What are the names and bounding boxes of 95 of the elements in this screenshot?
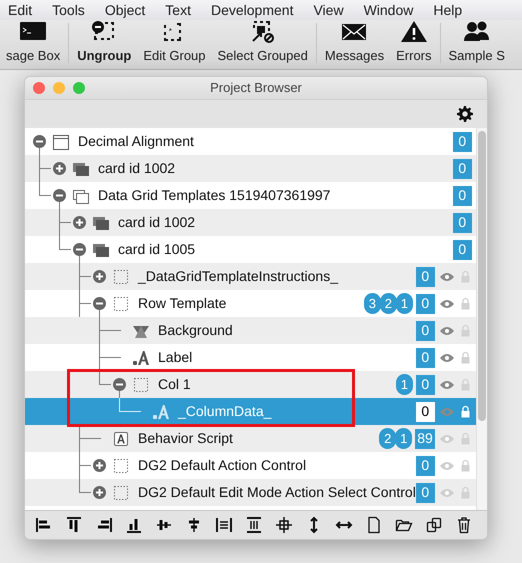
menu-item[interactable]: Edit <box>8 0 32 20</box>
item-label: Data Grid Templates 1519407361997 <box>98 186 330 205</box>
tree-row[interactable]: Background 0 <box>25 317 476 344</box>
count-badge: 3 <box>364 293 381 314</box>
align-left-icon[interactable] <box>35 516 53 534</box>
eye-icon[interactable] <box>438 326 455 336</box>
duplicate-icon[interactable] <box>425 516 443 534</box>
collapse-icon[interactable] <box>73 243 86 256</box>
toolbar-label[interactable]: Edit Group <box>143 46 206 65</box>
trash-icon[interactable] <box>455 516 473 534</box>
align-bottom-icon[interactable] <box>125 516 143 534</box>
count-box: 0 <box>452 158 472 178</box>
collapse-icon[interactable] <box>33 135 46 148</box>
tree-row[interactable]: Col 1 1 0 <box>25 371 476 398</box>
distribute-horizontal-icon[interactable] <box>215 516 233 534</box>
menu-item[interactable]: View <box>313 0 344 20</box>
tree-row[interactable]: card id 1002 0 <box>25 209 476 236</box>
count-badge: 1 <box>395 428 412 449</box>
tree-row[interactable]: _ColumnData_ 0 <box>25 398 476 425</box>
count-box: 0 <box>416 482 435 502</box>
menu-item[interactable]: Text <box>165 0 191 20</box>
item-label: card id 1002 <box>98 159 176 178</box>
count-box: 0 <box>452 186 472 206</box>
toolbar-label[interactable]: Errors <box>396 46 432 65</box>
toolbar-label[interactable]: Sample S <box>448 46 505 65</box>
distribute-both-icon[interactable] <box>275 516 293 534</box>
expand-icon[interactable] <box>93 459 106 472</box>
collapse-icon[interactable] <box>93 297 106 310</box>
count-badge: 2 <box>380 293 397 314</box>
collapse-icon[interactable] <box>53 189 66 202</box>
people-icon[interactable] <box>462 18 492 42</box>
menu-item[interactable]: Tools <box>52 0 85 20</box>
count-badge: 1 <box>396 374 413 395</box>
count-box: 0 <box>416 266 435 286</box>
eye-icon[interactable] <box>438 298 455 308</box>
expand-icon[interactable] <box>93 486 106 499</box>
expand-icon[interactable] <box>93 270 106 283</box>
align-top-icon[interactable] <box>65 516 83 534</box>
dotted-rectangle-icon <box>132 376 150 394</box>
window-icon <box>52 132 70 150</box>
toolbar-label[interactable]: Messages <box>324 46 384 65</box>
window-title: Project Browser <box>210 79 302 98</box>
dotted-rectangle-icon <box>112 294 130 312</box>
item-label: _ColumnData_ <box>178 402 272 421</box>
item-label: card id 1002 <box>118 213 196 232</box>
item-label: Behavior Script <box>138 429 233 448</box>
item-label: DG2 Default Action Control <box>138 456 306 475</box>
collapse-icon[interactable] <box>113 378 126 391</box>
tree-row[interactable]: _DataGridTemplateInstructions_ 0 <box>25 263 476 290</box>
menu-item[interactable]: Object <box>104 0 146 20</box>
tree-row[interactable]: card id 1002 0 <box>25 155 476 182</box>
dotted-rectangle-icon <box>112 484 130 502</box>
count-box: 0 <box>416 348 435 368</box>
button-icon <box>112 430 130 448</box>
count-box: 0 <box>416 320 435 340</box>
menu-item[interactable]: Window <box>364 0 414 20</box>
eye-icon[interactable] <box>438 272 455 282</box>
item-label: Label <box>158 348 192 367</box>
distribute-vertical-icon[interactable] <box>245 516 263 534</box>
eye-icon[interactable] <box>438 352 455 362</box>
item-label: Decimal Alignment <box>78 132 194 151</box>
eye-icon[interactable] <box>438 380 455 390</box>
toolbar-label[interactable]: sage Box <box>6 46 60 65</box>
menu-item[interactable]: Development <box>210 0 294 20</box>
align-right-icon[interactable] <box>95 516 113 534</box>
settings-icon[interactable] <box>457 106 473 122</box>
text-field-icon <box>152 402 170 420</box>
toolbar-label[interactable]: Ungroup <box>77 46 132 65</box>
item-label: DG2 Default Edit Mode Action Select Control <box>138 483 416 502</box>
item-label: _DataGridTemplateInstructions_ <box>138 267 338 286</box>
toolbar-label[interactable]: Select Grouped <box>218 46 308 65</box>
dotted-rectangle-icon <box>112 456 130 474</box>
count-box: 0 <box>416 456 435 476</box>
count-box: 0 <box>416 294 435 314</box>
count-box: 0 <box>452 212 472 232</box>
count-box: 0 <box>416 374 435 394</box>
count-badge: 1 <box>396 293 413 314</box>
menu-item[interactable]: Help <box>433 0 462 20</box>
expand-icon[interactable] <box>73 216 86 229</box>
count-badge: 2 <box>379 428 396 449</box>
item-label: card id 1005 <box>118 240 196 259</box>
unlocked-icon[interactable] <box>460 405 470 418</box>
count-box: 0 <box>452 132 472 152</box>
dotted-rectangle-icon <box>112 268 130 286</box>
count-box: 89 <box>415 428 435 448</box>
count-box: 0 <box>452 240 472 260</box>
text-field-icon <box>132 348 150 366</box>
warning-icon[interactable] <box>398 18 429 42</box>
item-label: Background <box>158 321 233 340</box>
count-box: 0 <box>416 402 435 422</box>
scrollbar-thumb[interactable] <box>478 131 486 421</box>
expand-icon[interactable] <box>53 162 66 175</box>
item-label: Row Template <box>138 294 226 313</box>
tree-row[interactable]: DG2 Default Edit Mode Action Select Control 0 <box>25 479 476 506</box>
item-label: Col 1 <box>158 375 191 394</box>
